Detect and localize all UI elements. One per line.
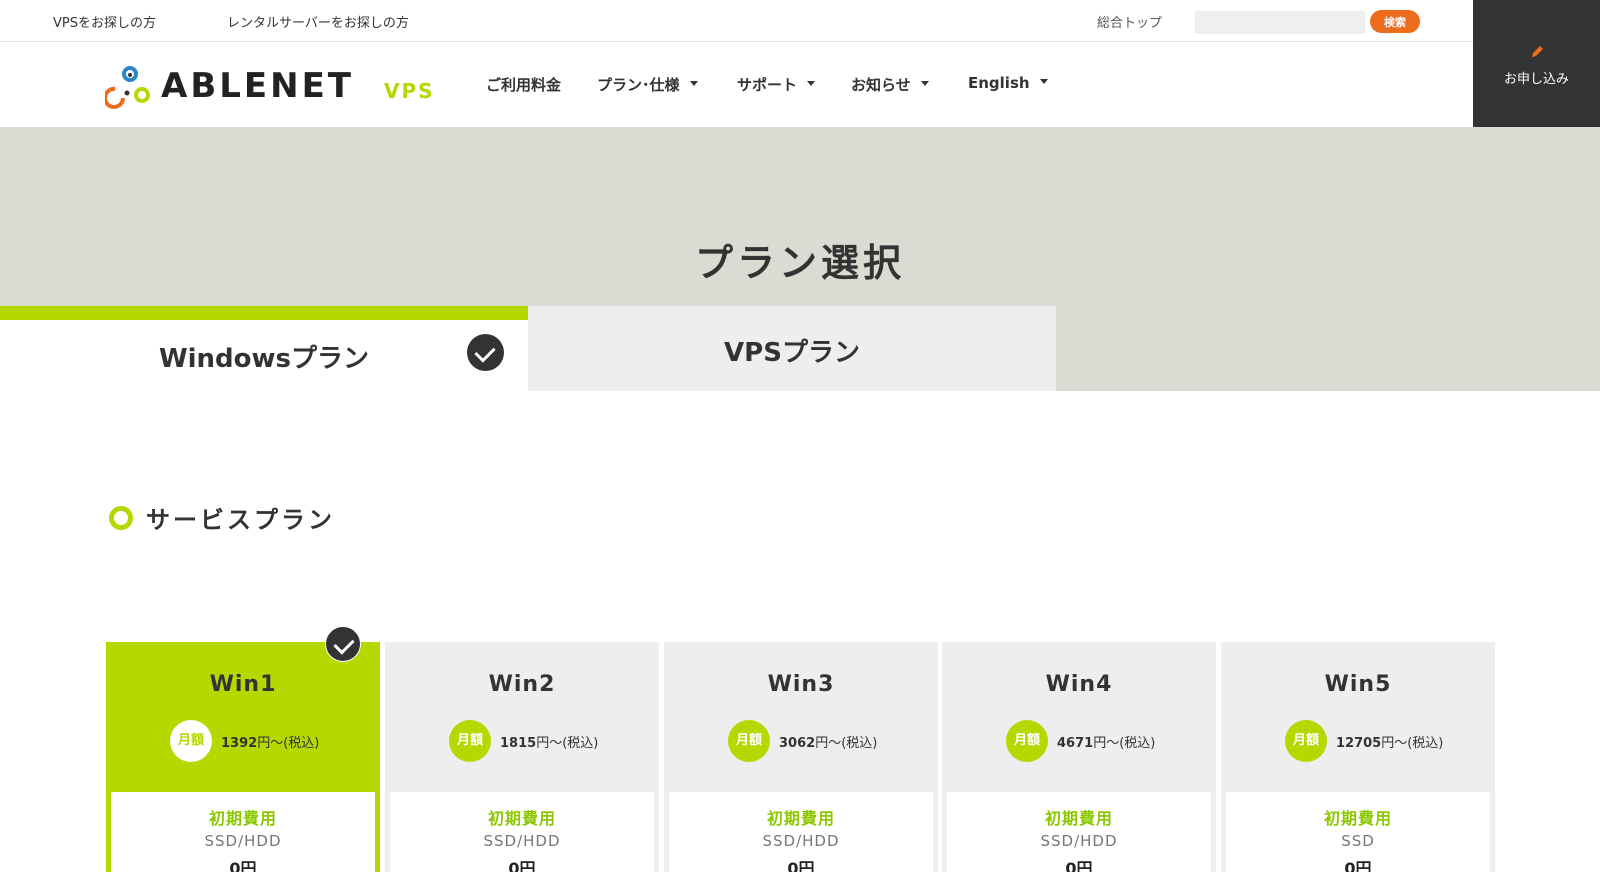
nav-plans[interactable]: プラン･仕様: [597, 74, 698, 95]
nav-support-label: サポート: [737, 76, 798, 94]
nav-english-label: English: [968, 74, 1030, 92]
initial-fee-label: 初期費用: [208, 809, 277, 828]
top-utility-bar: VPSをお探しの方 レンタルサーバーをお探しの方 総合トップ 検索: [0, 0, 1473, 42]
initial-fee-label: 初期費用: [1323, 809, 1392, 828]
tab-vps-plan[interactable]: VPSプラン: [528, 306, 1056, 391]
price-suffix: 円〜(税込): [1093, 736, 1156, 751]
ablenet-logo[interactable]: ABLENET VPS: [105, 64, 435, 109]
ring-bullet-icon: [109, 506, 133, 530]
storage-type: SSD: [1341, 832, 1375, 850]
caret-down-icon: [920, 81, 929, 86]
monthly-badge: 月額: [728, 720, 770, 762]
link-rental-server-seekers[interactable]: レンタルサーバーをお探しの方: [227, 12, 409, 31]
storage-type: SSD/HDD: [1040, 832, 1118, 850]
nav-plans-label: プラン･仕様: [597, 76, 680, 94]
pencil-icon: [1473, 44, 1600, 60]
logo-mark-icon: [105, 66, 150, 109]
nav-english[interactable]: English: [968, 74, 1048, 92]
price-value: 3062: [779, 736, 816, 751]
caret-down-icon: [807, 81, 816, 86]
plan-details: 初期費用 SSD/HDD 0円: [111, 792, 375, 872]
storage-type: SSD/HDD: [762, 832, 840, 850]
page-title: プラン選択: [694, 241, 905, 285]
check-icon: [467, 334, 504, 371]
price-value: 12705: [1336, 736, 1382, 751]
price-value: 1392: [221, 736, 258, 751]
plan-name: Win5: [1324, 672, 1392, 697]
nav-pricing[interactable]: ご利用料金: [486, 74, 561, 95]
monthly-badge: 月額: [1285, 720, 1327, 762]
tab-windows-label: Windowsプラン: [158, 344, 370, 374]
main-header: ABLENET VPS ご利用料金 プラン･仕様 サポート お知らせ Engli…: [0, 42, 1473, 127]
nav-news-label: お知らせ: [851, 76, 911, 94]
nav-news[interactable]: お知らせ: [851, 74, 929, 95]
plan-card-win5[interactable]: Win5 月額 12705円〜(税込) 初期費用 SSD 0円: [1221, 642, 1495, 872]
price-value: 1815: [500, 736, 537, 751]
section-title: サービスプラン: [146, 506, 335, 534]
tab-vps-label: VPSプラン: [724, 338, 860, 368]
plan-card-win3[interactable]: Win3 月額 3062円〜(税込) 初期費用 SSD/HDD 0円: [664, 642, 938, 872]
link-vps-seekers[interactable]: VPSをお探しの方: [53, 12, 156, 31]
plan-details: 初期費用 SSD/HDD 0円: [947, 792, 1211, 872]
plan-price: 1815円〜(税込): [500, 732, 598, 751]
initial-fee-label: 初期費用: [766, 809, 835, 828]
price-suffix: 円〜(税込): [815, 736, 878, 751]
monthly-badge: 月額: [170, 720, 212, 762]
plan-name: Win4: [1045, 672, 1113, 697]
plan-price: 12705円〜(税込): [1336, 732, 1443, 751]
plan-name: Win1: [209, 672, 277, 697]
initial-fee-value: 0円: [787, 859, 815, 872]
link-general-top[interactable]: 総合トップ: [1097, 12, 1162, 31]
initial-fee-label: 初期費用: [487, 809, 556, 828]
plan-details: 初期費用 SSD 0円: [1226, 792, 1490, 872]
apply-button[interactable]: お申し込み: [1473, 0, 1600, 127]
plan-details: 初期費用 SSD/HDD 0円: [390, 792, 654, 872]
price-suffix: 円〜(税込): [257, 736, 320, 751]
price-value: 4671: [1057, 736, 1094, 751]
apply-label: お申し込み: [1503, 72, 1569, 87]
plan-price: 3062円〜(税込): [779, 732, 877, 751]
storage-type: SSD/HDD: [483, 832, 561, 850]
monthly-badge: 月額: [449, 720, 491, 762]
logo-wordmark: ABLENET: [161, 66, 354, 106]
plan-name: Win3: [767, 672, 835, 697]
nav-support[interactable]: サポート: [737, 74, 816, 95]
logo-vps-label: VPS: [384, 79, 435, 103]
initial-fee-value: 0円: [1344, 859, 1372, 872]
storage-type: SSD/HDD: [204, 832, 282, 850]
caret-down-icon: [1039, 79, 1048, 84]
plan-card-win2[interactable]: Win2 月額 1815円〜(税込) 初期費用 SSD/HDD 0円: [385, 642, 659, 872]
plan-details: 初期費用 SSD/HDD 0円: [669, 792, 933, 872]
monthly-badge: 月額: [1006, 720, 1048, 762]
tab-windows-plan[interactable]: Windowsプラン: [0, 306, 528, 391]
selected-check-icon: [325, 626, 361, 662]
initial-fee-value: 0円: [1065, 859, 1093, 872]
initial-fee-value: 0円: [508, 859, 536, 872]
nav-pricing-label: ご利用料金: [486, 76, 562, 94]
price-suffix: 円〜(税込): [1381, 736, 1444, 751]
price-suffix: 円〜(税込): [536, 736, 599, 751]
caret-down-icon: [689, 81, 698, 86]
plan-card-win4[interactable]: Win4 月額 4671円〜(税込) 初期費用 SSD/HDD 0円: [942, 642, 1216, 872]
plan-name: Win2: [488, 672, 556, 697]
search-button[interactable]: 検索: [1370, 10, 1420, 33]
search-input[interactable]: [1195, 11, 1365, 34]
plan-price: 4671円〜(税込): [1057, 732, 1155, 751]
initial-fee-label: 初期費用: [1044, 809, 1113, 828]
plan-card-win1[interactable]: Win1 月額 1392円〜(税込) 初期費用 SSD/HDD 0円: [106, 642, 380, 872]
plan-price: 1392円〜(税込): [221, 732, 319, 751]
initial-fee-value: 0円: [229, 859, 257, 872]
